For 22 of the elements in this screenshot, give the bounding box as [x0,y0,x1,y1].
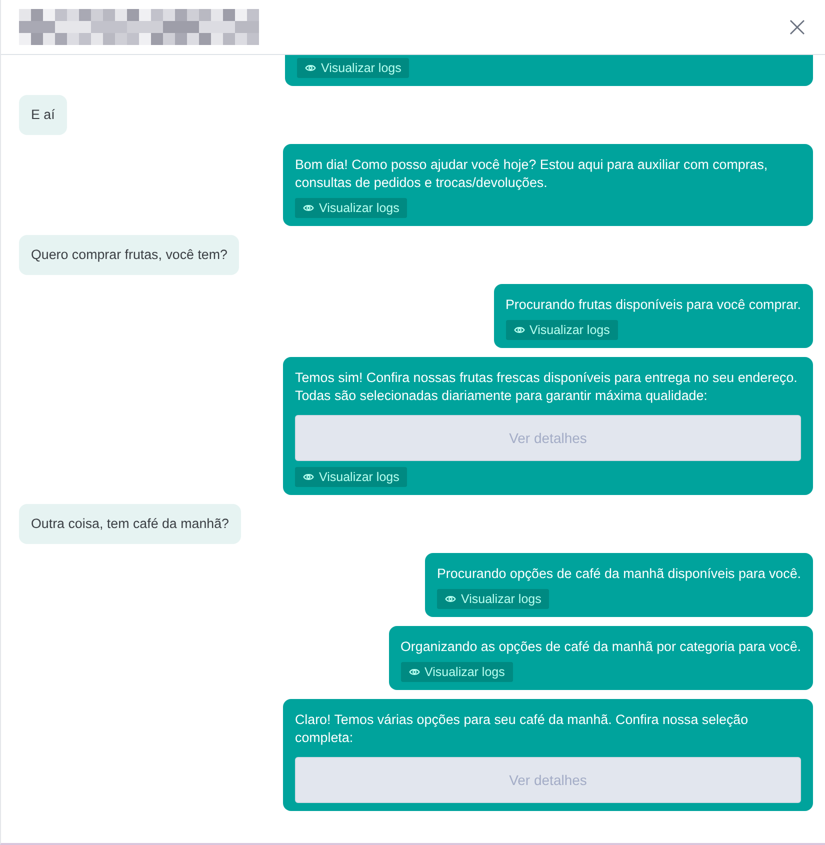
eye-icon [303,473,314,481]
eye-icon [408,668,420,676]
view-logs-button[interactable]: Visualizar logs [400,662,513,682]
view-logs-button[interactable]: Visualizar logs [506,320,618,340]
eye-icon [514,326,524,334]
message-text: Bom dia! Como posso ajudar você hoje? Estou aqui para auxiliar com compras, consultas de pedidos e trocas/devoluções. [295,156,769,192]
eye-icon [305,64,316,72]
view-logs-button[interactable]: Visualizar logs [436,589,550,609]
view-logs-button[interactable]: Visualizar logs [297,58,410,78]
message-text: E aí [31,106,55,124]
message-text: Outra coisa, tem café da manhã? [31,515,229,533]
close-button[interactable]: × [784,13,811,41]
message-text: Temos sim! Confira nossas frutas frescas disponíveis para entrega no seu endereço. Todas são selecionadas diariamente para garantir máxima qualidade: [295,369,798,405]
eye-icon [303,204,314,212]
eye-icon [444,595,456,603]
view-logs-button[interactable]: Visualizar logs [295,467,408,487]
view-logs-button[interactable]: Visualizar logs [295,198,408,218]
message-text: Organizando as opções de café da manhã por categoria para você. [400,638,801,656]
message-text: Claro! Temos várias opções para seu café da manhã. Confira nossa seleção completa: [295,711,750,747]
message-text: Procurando frutas disponíveis para você comprar. [506,296,801,314]
message-text: Quero comprar frutas, você tem? [31,246,228,264]
message-text: Procurando opções de café da manhã disponíveis para você. [436,565,801,583]
